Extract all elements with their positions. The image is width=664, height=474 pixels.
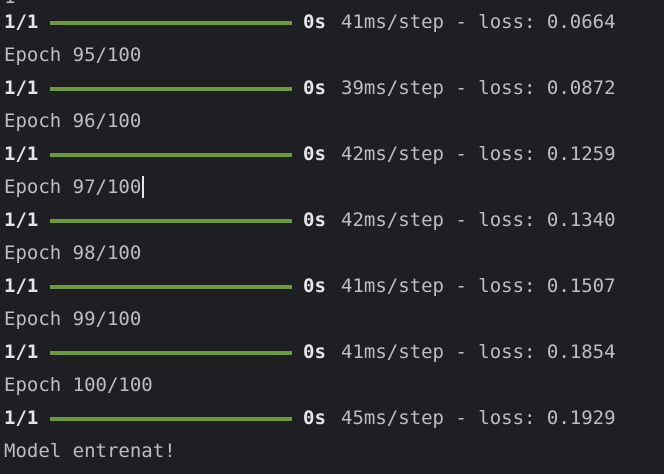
progress-line: 1/1 0s 41ms/step - loss: 0.1854 xyxy=(4,341,616,363)
step-stats: 39ms/step - loss: 0.0872 xyxy=(341,77,616,99)
step-counter: 1/1 xyxy=(4,407,39,429)
progress-line: 1/1 0s 45ms/step - loss: 0.1929 xyxy=(4,407,616,429)
step-counter: 1/1 xyxy=(4,341,39,363)
text-cursor xyxy=(142,176,145,198)
progress-bar-fill xyxy=(50,87,292,91)
epoch-line: Epoch 100/100 xyxy=(4,374,153,396)
line-text: Epoch 98/100 xyxy=(4,242,142,264)
progress-bar xyxy=(50,351,292,355)
progress-line: 1/1 0s 41ms/step - loss: 0.1507 xyxy=(4,275,616,297)
status-line: Model entrenat! xyxy=(4,440,176,462)
step-stats: 41ms/step - loss: 0.0664 xyxy=(341,11,616,33)
step-counter: 1/1 xyxy=(4,11,39,33)
progress-bar xyxy=(50,21,292,25)
elapsed-time: 0s xyxy=(303,209,326,231)
line-text: Epoch 99/100 xyxy=(4,308,142,330)
elapsed-time: 0s xyxy=(303,11,326,33)
progress-bar-fill xyxy=(50,417,292,421)
progress-bar xyxy=(50,417,292,421)
epoch-line: Epoch 97/100 xyxy=(4,176,145,198)
terminal-output[interactable]: 1 1/1 0s 41ms/step - loss: 0.0664 Epoch 95/… xyxy=(0,0,664,474)
line-text: Epoch 96/100 xyxy=(4,110,142,132)
elapsed-time: 0s xyxy=(303,143,326,165)
step-stats: 45ms/step - loss: 0.1929 xyxy=(341,407,616,429)
line-text: Epoch 95/100 xyxy=(4,44,142,66)
clipped-line-fragment: 1 xyxy=(4,0,15,8)
progress-bar-fill xyxy=(50,285,292,289)
elapsed-time: 0s xyxy=(303,275,326,297)
progress-bar-fill xyxy=(50,219,292,223)
epoch-line: Epoch 99/100 xyxy=(4,308,141,330)
elapsed-time: 0s xyxy=(303,77,326,99)
line-text: Epoch 97/100 xyxy=(4,176,142,198)
progress-line: 1/1 0s 39ms/step - loss: 0.0872 xyxy=(4,77,616,99)
progress-bar-fill xyxy=(50,153,292,157)
step-stats: 42ms/step - loss: 0.1259 xyxy=(341,143,616,165)
progress-bar xyxy=(50,219,292,223)
step-stats: 41ms/step - loss: 0.1854 xyxy=(341,341,616,363)
step-stats: 42ms/step - loss: 0.1340 xyxy=(341,209,616,231)
progress-line: 1/1 0s 42ms/step - loss: 0.1259 xyxy=(4,143,616,165)
progress-bar-fill xyxy=(50,21,292,25)
epoch-line: Epoch 95/100 xyxy=(4,44,141,66)
step-counter: 1/1 xyxy=(4,143,39,165)
progress-bar-fill xyxy=(50,351,292,355)
progress-line: 1/1 0s 41ms/step - loss: 0.0664 xyxy=(4,11,616,33)
elapsed-time: 0s xyxy=(303,407,326,429)
step-counter: 1/1 xyxy=(4,275,39,297)
epoch-line: Epoch 98/100 xyxy=(4,242,141,264)
step-stats: 41ms/step - loss: 0.1507 xyxy=(341,275,616,297)
step-counter: 1/1 xyxy=(4,77,39,99)
elapsed-time: 0s xyxy=(303,341,326,363)
progress-line: 1/1 0s 42ms/step - loss: 0.1340 xyxy=(4,209,616,231)
progress-bar xyxy=(50,153,292,157)
step-counter: 1/1 xyxy=(4,209,39,231)
epoch-line: Epoch 96/100 xyxy=(4,110,141,132)
progress-bar xyxy=(50,285,292,289)
line-text: Model entrenat! xyxy=(4,440,176,462)
line-text: Epoch 100/100 xyxy=(4,374,153,396)
progress-bar xyxy=(50,87,292,91)
